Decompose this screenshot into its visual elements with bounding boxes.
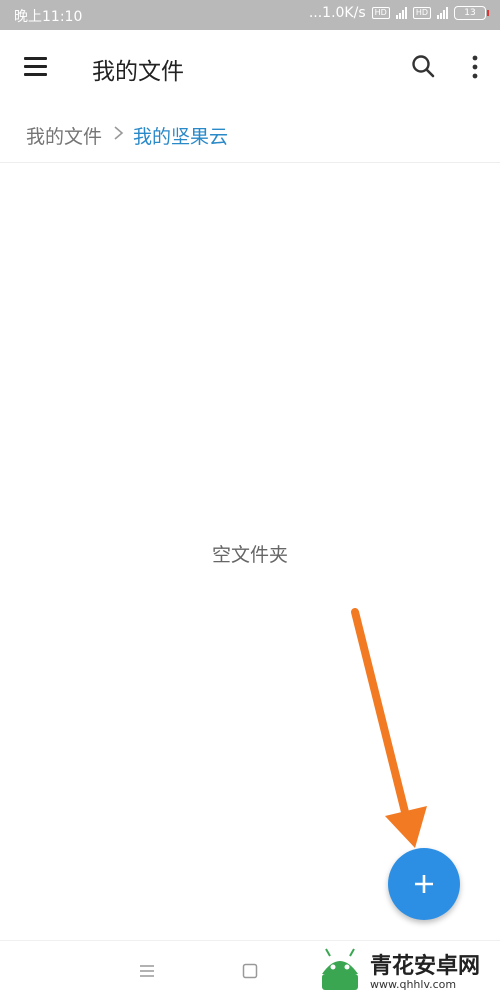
app-bar: 我的文件 [0, 30, 500, 104]
breadcrumb-root[interactable]: 我的文件 [26, 122, 102, 149]
watermark-url: www.qhhlv.com [370, 978, 457, 991]
chevron-right-icon [112, 123, 126, 143]
watermark-logo: 青花安卓网 www.qhhlv.com [312, 940, 500, 1000]
breadcrumb: 我的文件 我的坚果云 [0, 104, 500, 163]
status-time: 晚上11:10 [14, 9, 83, 25]
more-vertical-icon[interactable] [455, 47, 495, 87]
nav-menu-icon[interactable] [138, 963, 156, 979]
add-button[interactable] [388, 848, 460, 920]
empty-folder-text: 空文件夹 [211, 544, 288, 566]
android-logo-icon [322, 948, 358, 990]
plus-icon [415, 875, 433, 893]
status-bar: 晚上11:10 ...1.0K/s HD HD 13 [0, 0, 500, 30]
signal-icon-2 [437, 7, 448, 19]
battery-icon: 13 [454, 6, 489, 20]
hamburger-menu-icon[interactable] [16, 47, 56, 87]
status-indicators: ...1.0K/s HD HD 13 [308, 5, 489, 21]
watermark-text: 青花安卓网 [370, 954, 481, 979]
signal-icon [395, 7, 407, 19]
network-speed: ...1.0K/s [308, 5, 366, 21]
hd-icon-2: HD [412, 7, 431, 19]
page-title: 我的文件 [92, 59, 184, 85]
breadcrumb-current[interactable]: 我的坚果云 [133, 122, 228, 149]
hd-icon: HD [371, 7, 390, 19]
search-icon[interactable] [404, 47, 444, 87]
nav-home-icon[interactable] [242, 963, 258, 979]
